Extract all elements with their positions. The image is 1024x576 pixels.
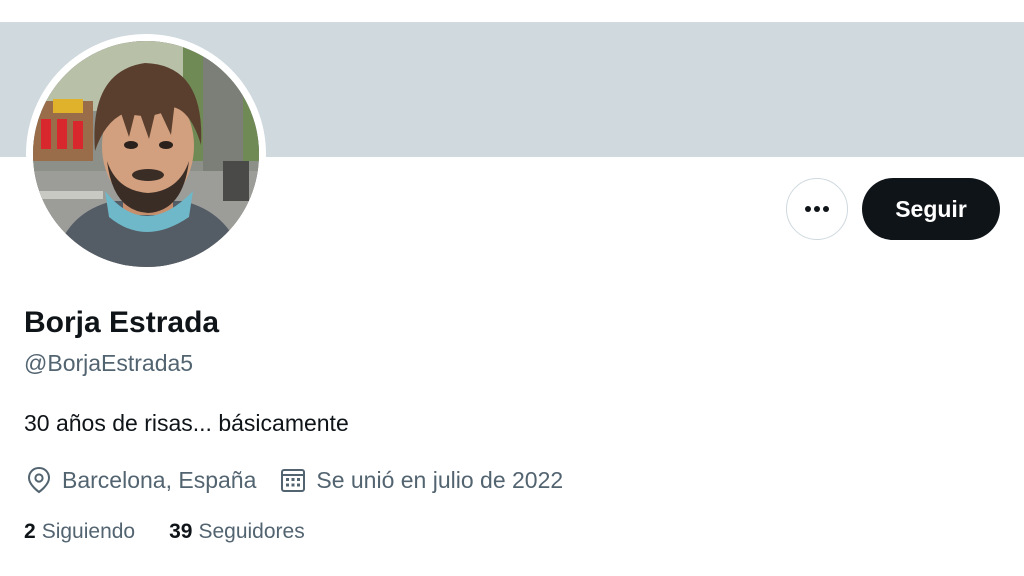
- follow-button-label: Seguir: [895, 195, 967, 222]
- followers-label: Seguidores: [198, 520, 305, 543]
- followers-link[interactable]: 39 Seguidores: [169, 520, 305, 544]
- joined-text: Se unió en julio de 2022: [316, 466, 564, 493]
- follow-stats: 2 Siguiendo 39 Seguidores: [24, 520, 305, 544]
- location-item: Barcelona, España: [24, 465, 256, 495]
- profile-meta: Barcelona, España Se unió en julio de 20…: [24, 463, 563, 497]
- joined-item: Se unió en julio de 2022: [278, 465, 563, 495]
- location-pin-icon: [24, 465, 54, 495]
- following-label: Siguiendo: [41, 520, 136, 543]
- display-name: Borja Estrada: [24, 306, 220, 339]
- calendar-icon: [278, 465, 308, 495]
- following-count: 2: [24, 520, 36, 543]
- user-handle: @BorjaEstrada5: [24, 350, 194, 376]
- location-text: Barcelona, España: [62, 466, 257, 493]
- avatar[interactable]: [33, 41, 259, 267]
- followers-count: 39: [169, 520, 193, 543]
- more-options-button[interactable]: [786, 178, 848, 240]
- profile-page: Seguir Borja Estrada @BorjaEstrada5 30 a…: [0, 0, 1024, 576]
- profile-bio: 30 años de risas... básicamente: [24, 410, 349, 436]
- top-strip: [0, 0, 1024, 22]
- following-link[interactable]: 2 Siguiendo: [24, 520, 135, 544]
- follow-button[interactable]: Seguir: [862, 178, 1000, 240]
- avatar-photo: [33, 41, 259, 267]
- more-horizontal-icon: [805, 206, 829, 212]
